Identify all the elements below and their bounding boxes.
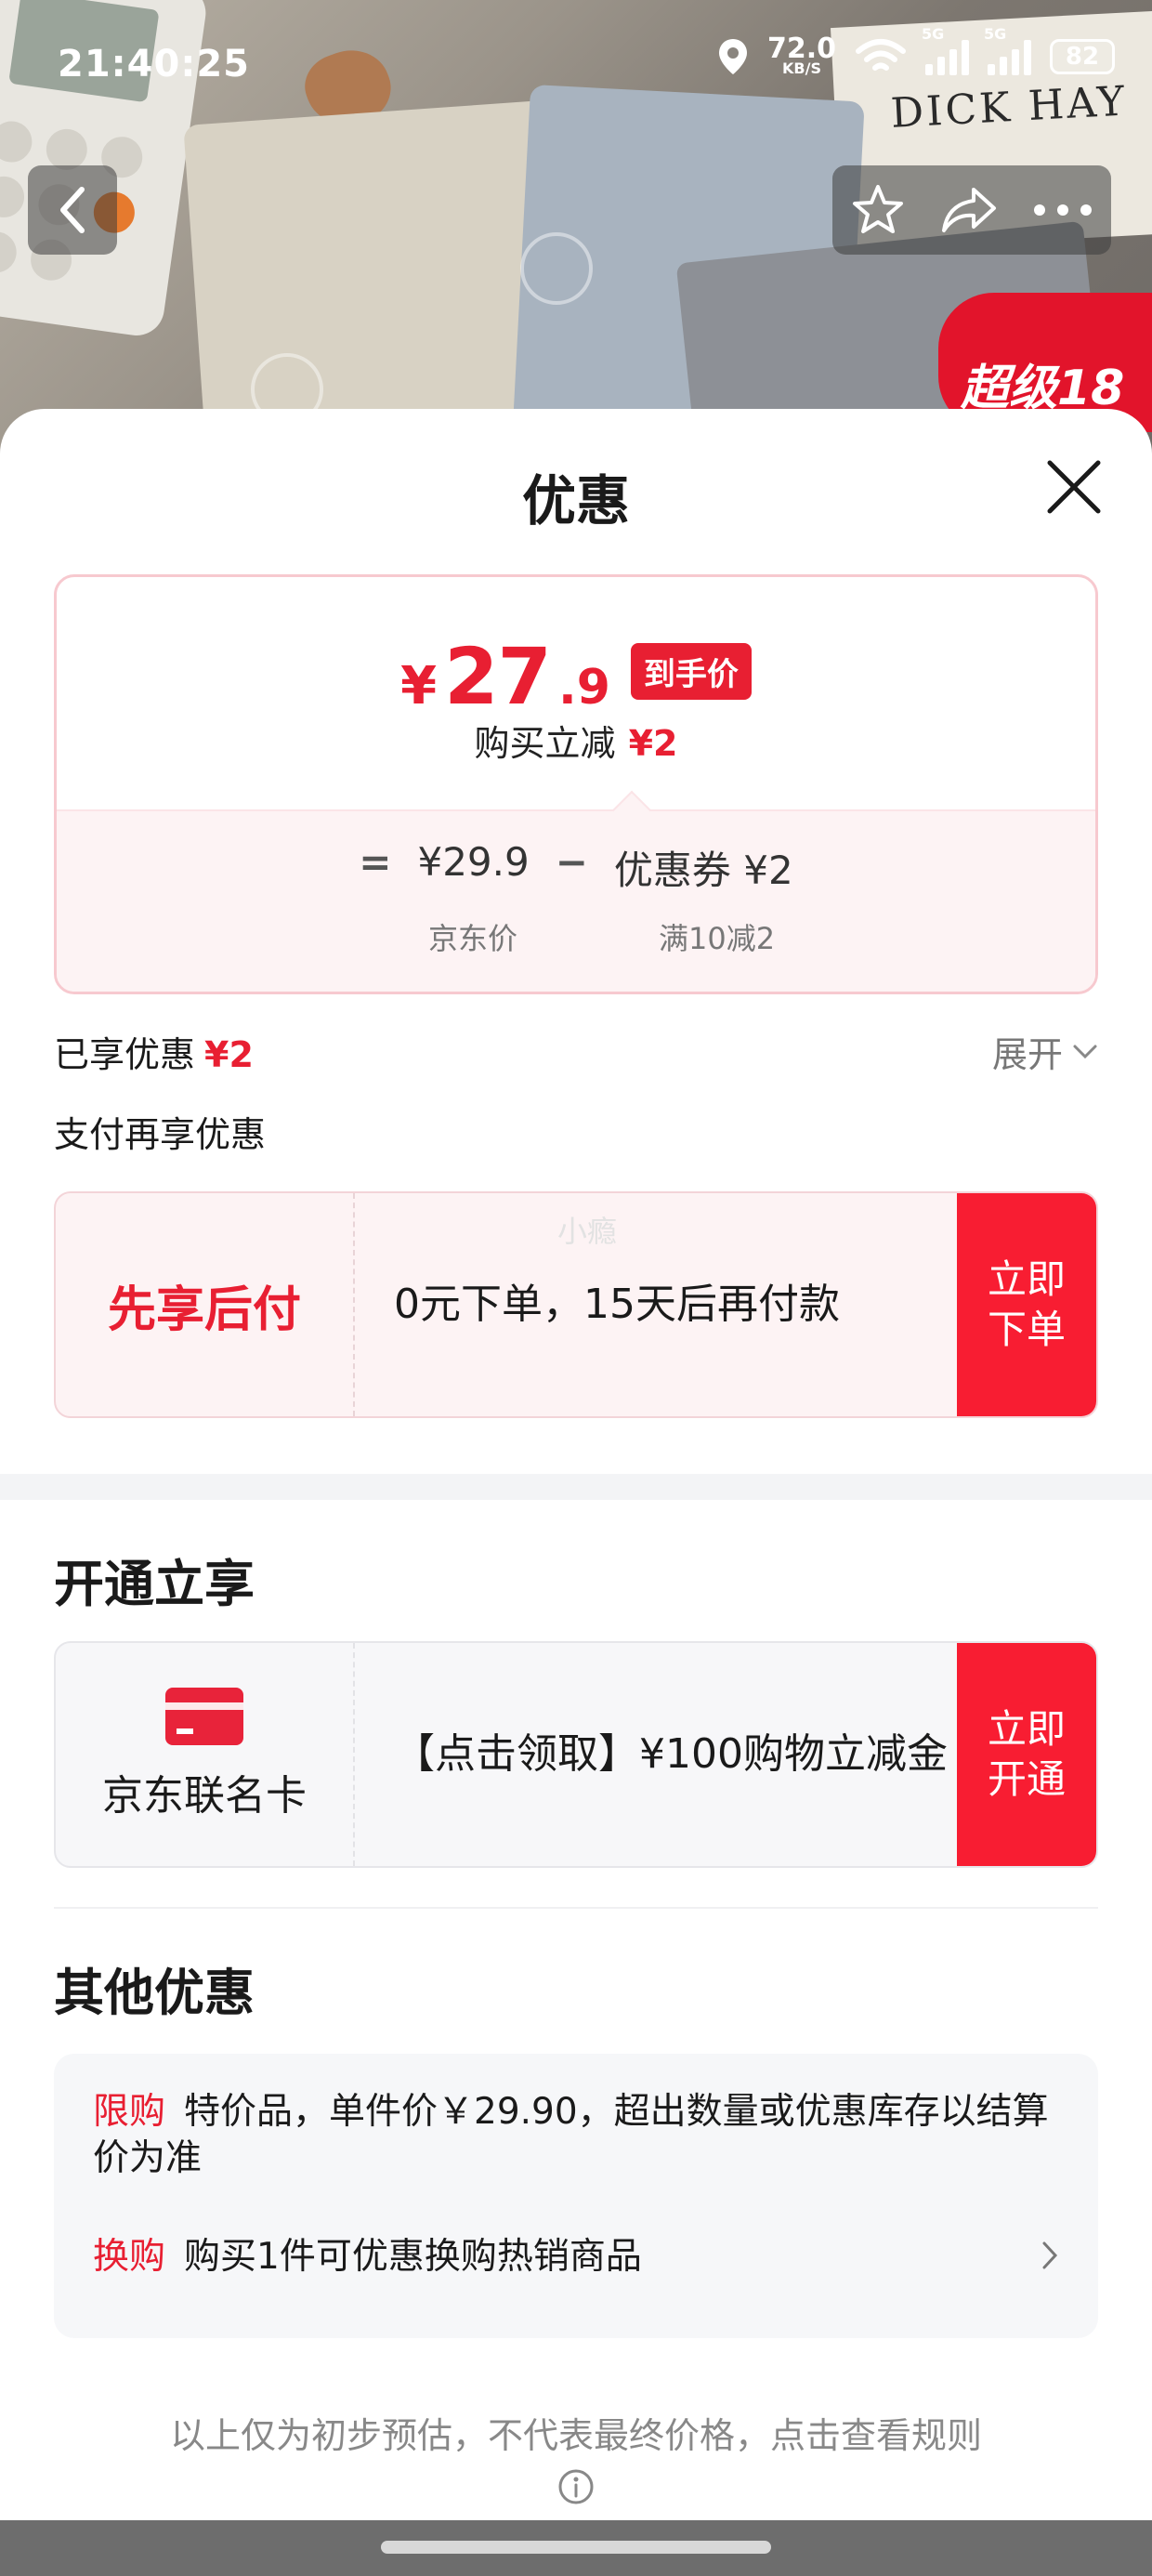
minus-sign: − xyxy=(555,839,588,885)
credit-card-icon xyxy=(165,1688,243,1745)
cell-signal-icon: 5G xyxy=(922,25,969,75)
more-icon[interactable] xyxy=(1032,203,1093,217)
location-icon xyxy=(718,39,747,74)
garment-logo xyxy=(520,232,593,305)
disclaimer-link[interactable]: 以上仅为初步预估，不代表最终价格，点击查看规则 xyxy=(0,2407,1152,2458)
star-icon[interactable] xyxy=(850,182,906,238)
battery-indicator: 82 xyxy=(1050,39,1115,74)
share-icon[interactable] xyxy=(940,184,998,236)
gesture-bar-area xyxy=(0,2520,1152,2576)
list-item: 限购 特价品，单件价￥29.90，超出数量或优惠库存以结算价为准 xyxy=(93,2091,1049,2179)
clock: 21:40:25 xyxy=(58,43,250,85)
sheet-title: 优惠 xyxy=(521,469,630,532)
exchange-label: 换购 xyxy=(93,2236,166,2278)
order-now-button[interactable]: 立即 下单 xyxy=(957,1193,1096,1416)
coupon-amount: 优惠券 ¥2 xyxy=(613,848,793,893)
list-item[interactable]: 换购 购买1件可优惠换购热销商品 xyxy=(93,2234,1059,2280)
instant-discount: 购买立减 ¥2 xyxy=(474,723,678,764)
price-breakdown-card: ¥ 27 .9 到手价 购买立减 ¥2 = ¥29.9 − 优惠券 ¥2 京东价 … xyxy=(54,574,1098,994)
discount-sheet: 优惠 ¥ 27 .9 到手价 购买立减 ¥2 = ¥29.9 − 优惠券 ¥2 京 xyxy=(0,409,1152,2520)
final-price: ¥ 27 .9 到手价 xyxy=(57,631,1095,722)
price-formula: = ¥29.9 − 优惠券 ¥2 京东价 满10减2 xyxy=(57,790,1095,992)
other-section-title: 其他优惠 xyxy=(54,1964,255,2022)
chevron-down-icon xyxy=(1073,1045,1097,1058)
pay-more-title: 支付再享优惠 xyxy=(54,1114,267,1155)
base-price: ¥29.9 xyxy=(417,839,530,885)
bnpl-label: 先享后付 xyxy=(107,1281,301,1338)
network-speed: 72.0 KB/S xyxy=(766,33,836,77)
price-tag-badge: 到手价 xyxy=(630,642,752,700)
card-name: 京东联名卡 xyxy=(102,1772,307,1820)
bnpl-offer-card[interactable]: 先享后付 小瘾 0元下单，15天后再付款 立即 下单 xyxy=(54,1191,1098,1418)
chevron-right-icon xyxy=(1042,2241,1058,2269)
other-offers-list: 限购 特价品，单件价￥29.90，超出数量或优惠库存以结算价为准 换购 购买1件可优… xyxy=(54,2054,1098,2338)
equals-sign: = xyxy=(359,839,392,885)
home-indicator[interactable] xyxy=(381,2541,771,2554)
expand-toggle[interactable]: 展开 xyxy=(992,1026,1098,1077)
top-actions xyxy=(832,165,1111,255)
bnpl-description: 0元下单，15天后再付款 xyxy=(394,1281,840,1328)
close-icon[interactable] xyxy=(1044,457,1104,517)
open-section-title: 开通立享 xyxy=(54,1555,255,1613)
coupon-condition: 满10减2 xyxy=(659,921,776,956)
section-divider xyxy=(0,1474,1152,1500)
chevron-left-icon xyxy=(60,187,85,233)
back-button[interactable] xyxy=(28,165,117,255)
credit-card-offer-card[interactable]: 京东联名卡 【点击领取】¥100购物立减金 立即 开通 xyxy=(54,1641,1098,1868)
open-now-button[interactable]: 立即 开通 xyxy=(957,1643,1096,1866)
purchase-limit-label: 限购 xyxy=(93,2091,166,2133)
base-price-label: 京东价 xyxy=(428,921,518,956)
card-offer-description: 【点击领取】¥100购物立减金 xyxy=(394,1730,948,1778)
cell-signal-icon: 5G xyxy=(984,25,1031,75)
divider xyxy=(54,1907,1098,1909)
enjoyed-discount: 已享优惠 ¥2 xyxy=(54,1034,254,1075)
info-icon[interactable] xyxy=(557,2468,595,2505)
status-bar: 21:40:25 72.0 KB/S 5G 5G 82 xyxy=(0,0,1152,130)
wifi-icon xyxy=(856,39,906,71)
